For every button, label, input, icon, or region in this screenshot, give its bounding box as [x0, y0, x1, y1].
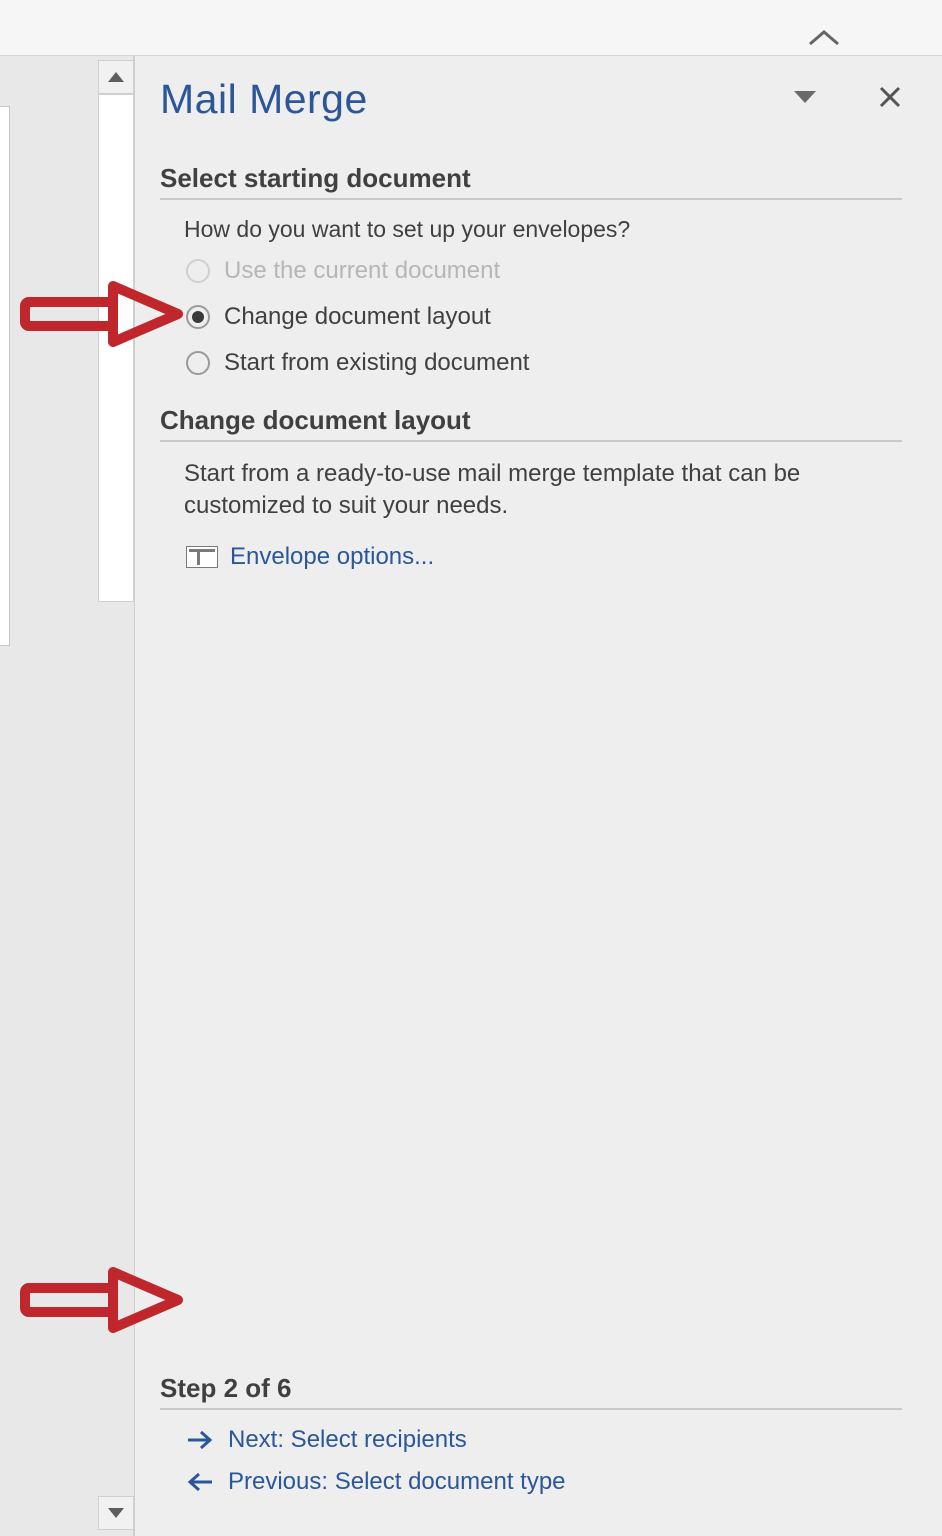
pane-title: Mail Merge [160, 76, 792, 123]
previous-step-link[interactable]: Previous: Select document type [186, 1468, 902, 1496]
ribbon-collapse-toggle[interactable] [806, 28, 842, 48]
chevron-up-icon [806, 28, 842, 48]
envelope-options-link[interactable]: Envelope options... [186, 543, 902, 571]
section-heading: Change document layout [160, 405, 902, 436]
pane-options-button[interactable] [792, 89, 818, 110]
close-icon [878, 85, 902, 109]
radio-list: Use the current document Change document… [186, 257, 902, 377]
chevron-down-icon [792, 89, 818, 105]
next-step-link[interactable]: Next: Select recipients [186, 1426, 902, 1454]
radio-start-from-existing-document[interactable]: Start from existing document [186, 349, 902, 377]
radio-use-current-document: Use the current document [186, 257, 902, 285]
section-divider [160, 198, 902, 200]
section-change-document-layout: Change document layout Start from a read… [160, 405, 902, 571]
triangle-down-icon [108, 1508, 124, 1518]
arrow-left-icon [186, 1472, 214, 1492]
radio-label: Use the current document [224, 257, 500, 285]
link-label: Envelope options... [230, 543, 434, 571]
section-starting-document: Select starting document How do you want… [160, 163, 902, 377]
section-body-text: Start from a ready-to-use mail merge tem… [184, 458, 878, 523]
radio-label: Start from existing document [224, 349, 529, 377]
section-divider [160, 1408, 902, 1410]
section-question: How do you want to set up your envelopes… [184, 216, 902, 243]
arrow-right-icon [186, 1430, 214, 1450]
triangle-up-icon [108, 72, 124, 82]
section-heading: Select starting document [160, 163, 902, 194]
annotation-arrow [18, 280, 188, 350]
pane-close-button[interactable] [878, 85, 902, 114]
radio-label: Change document layout [224, 303, 491, 331]
link-label: Previous: Select document type [228, 1468, 566, 1496]
radio-change-document-layout[interactable]: Change document layout [186, 303, 902, 331]
radio-icon [186, 259, 210, 283]
link-label: Next: Select recipients [228, 1426, 467, 1454]
radio-icon [186, 351, 210, 375]
pane-header: Mail Merge [160, 76, 902, 123]
pane-footer: Step 2 of 6 Next: Select recipients Prev… [160, 1373, 902, 1510]
scroll-down-button[interactable] [98, 1496, 134, 1530]
document-page [0, 106, 10, 646]
mail-merge-pane: Mail Merge Select starting document How … [136, 56, 942, 1536]
scroll-up-button[interactable] [98, 60, 134, 94]
section-divider [160, 440, 902, 442]
envelope-icon [186, 546, 218, 568]
radio-icon [186, 305, 210, 329]
annotation-arrow [18, 1266, 188, 1336]
step-indicator: Step 2 of 6 [160, 1373, 902, 1404]
ribbon-strip [0, 0, 942, 56]
pane-controls [792, 85, 902, 114]
